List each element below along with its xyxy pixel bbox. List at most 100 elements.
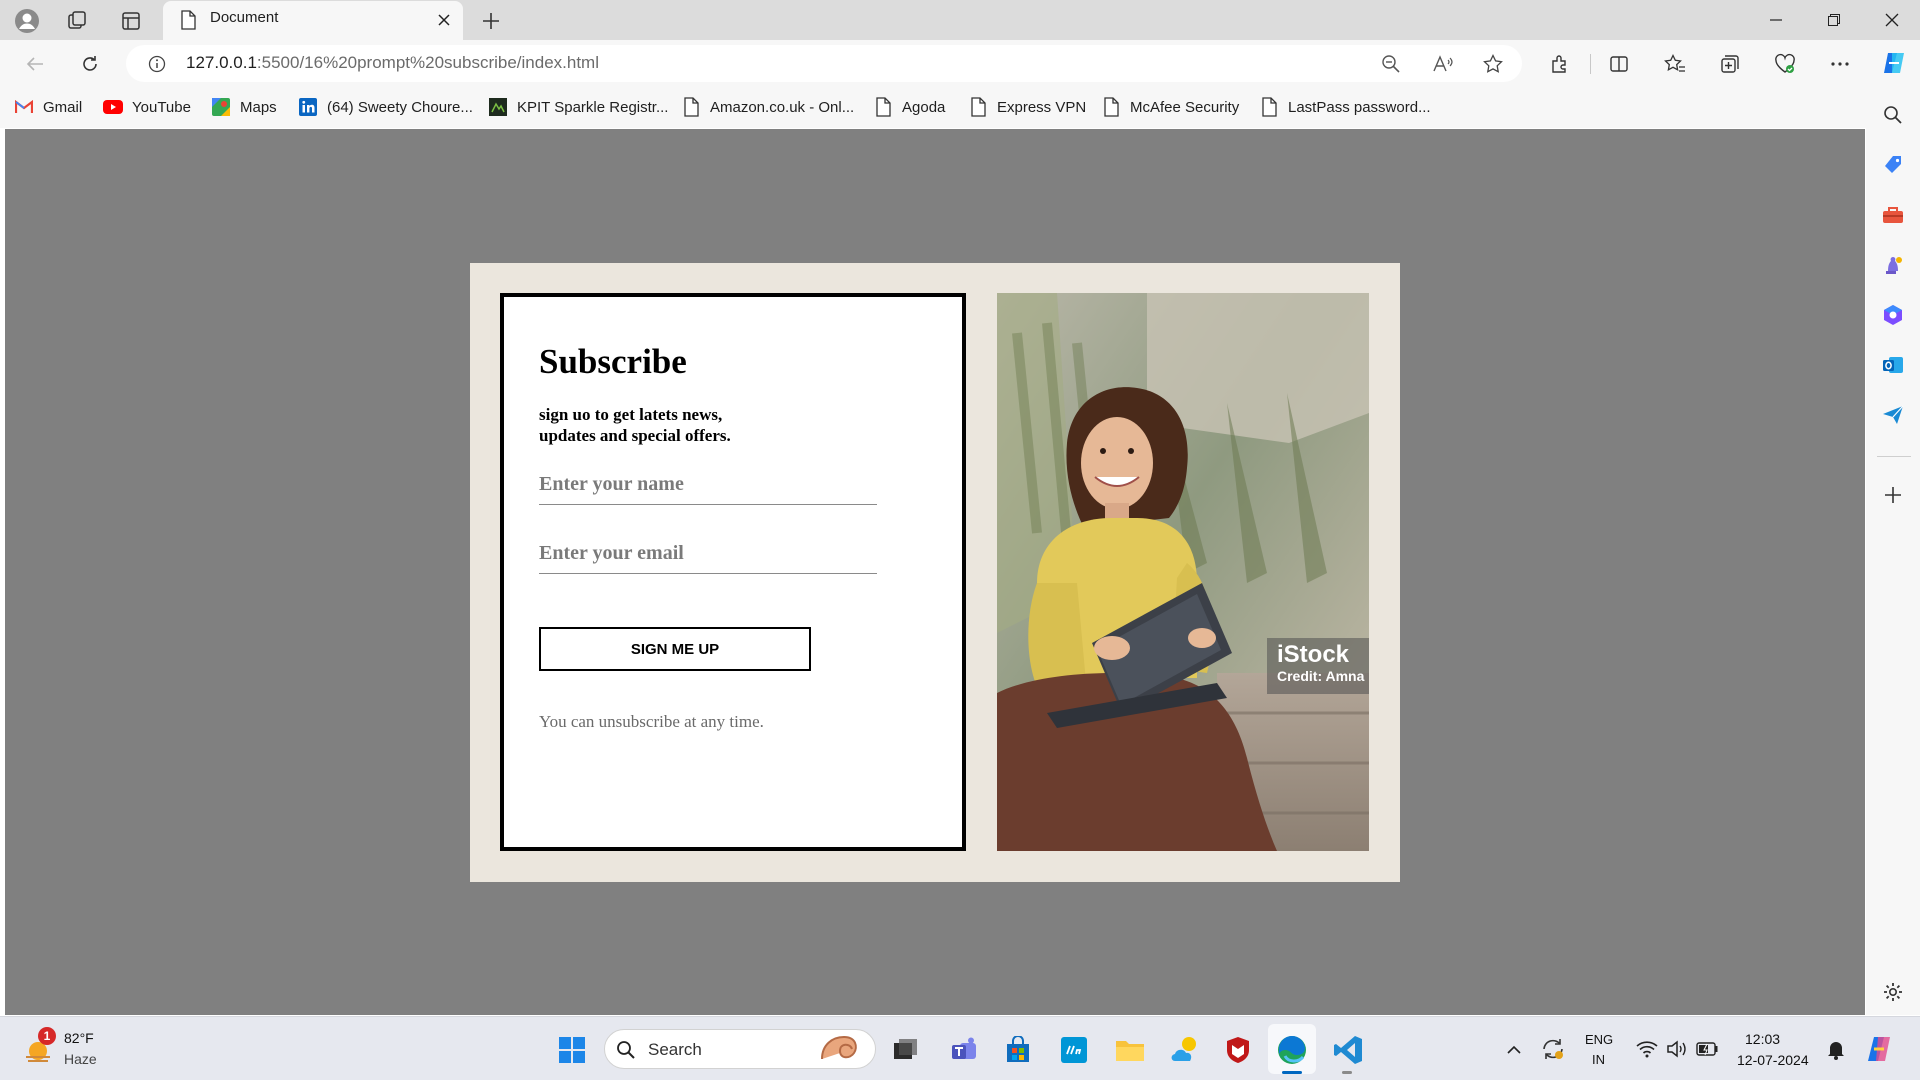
extensions-icon[interactable] <box>1545 49 1575 79</box>
description-line-2: updates and special offers. <box>539 426 731 445</box>
browser-essentials-icon[interactable] <box>1770 49 1800 79</box>
bookmark-label: LastPass password... <box>1288 98 1431 116</box>
bookmark-youtube[interactable]: YouTube <box>103 93 191 121</box>
close-tab-icon[interactable] <box>432 8 456 32</box>
add-sidebar-app-icon[interactable] <box>1876 478 1910 512</box>
page-icon <box>968 97 988 117</box>
minimize-icon[interactable] <box>1748 0 1804 40</box>
refresh-icon[interactable] <box>75 49 105 79</box>
weather-badge: 1 <box>38 1027 56 1045</box>
clock-time[interactable]: 12:03 <box>1745 1031 1780 1047</box>
weather-temperature[interactable]: 82°F <box>64 1030 94 1046</box>
file-explorer-icon[interactable] <box>1110 1030 1150 1070</box>
photo-credit: Credit: Amna <box>1277 668 1365 684</box>
split-screen-icon[interactable] <box>1604 49 1634 79</box>
tab-title: Document <box>210 9 279 26</box>
bookmarks-bar <box>0 88 1920 128</box>
myhp-icon[interactable] <box>1054 1030 1094 1070</box>
show-hidden-icons-icon[interactable] <box>1502 1038 1526 1062</box>
page-icon <box>1101 97 1121 117</box>
region-indicator[interactable]: IN <box>1592 1052 1605 1067</box>
sidebar-search-icon[interactable] <box>1876 98 1910 132</box>
close-window-icon[interactable] <box>1864 0 1920 40</box>
gmail-icon <box>14 97 34 117</box>
linkedin-icon <box>298 97 318 117</box>
zoom-out-icon[interactable] <box>1378 51 1404 77</box>
bookmark-label: (64) Sweety Choure... <box>327 98 473 116</box>
email-field[interactable] <box>539 534 877 574</box>
read-aloud-icon[interactable] <box>1430 51 1456 77</box>
sign-me-up-button[interactable]: SIGN ME UP <box>539 627 811 671</box>
favorite-star-icon[interactable] <box>1480 51 1506 77</box>
maps-icon <box>211 97 231 117</box>
back-icon[interactable] <box>20 49 50 79</box>
start-icon[interactable] <box>552 1030 592 1070</box>
bookmark-label: McAfee Security <box>1130 98 1240 116</box>
edge-icon[interactable] <box>1272 1030 1312 1070</box>
vscode-icon[interactable] <box>1328 1030 1368 1070</box>
sync-icon[interactable] <box>1538 1034 1568 1064</box>
bookmark-maps[interactable]: Maps <box>211 93 277 121</box>
clock-date[interactable]: 12-07-2024 <box>1737 1052 1809 1068</box>
copilot-taskbar-icon[interactable] <box>1862 1032 1896 1066</box>
toolbar-divider <box>1590 54 1591 74</box>
shopping-tag-icon[interactable] <box>1876 148 1910 182</box>
new-tab-icon[interactable] <box>476 6 506 36</box>
bookmark-gmail[interactable]: Gmail <box>14 93 82 121</box>
restore-icon[interactable] <box>1806 0 1862 40</box>
name-field[interactable] <box>539 465 877 505</box>
bookmark-expressvpn[interactable]: Express VPN <box>968 93 1086 121</box>
url-host: 127.0.0.1 <box>186 53 257 72</box>
teams-icon[interactable] <box>944 1030 984 1070</box>
favorites-icon[interactable] <box>1660 49 1690 79</box>
battery-icon[interactable] <box>1694 1036 1720 1062</box>
sidebar-divider <box>1877 456 1911 457</box>
collections-icon[interactable] <box>1715 49 1745 79</box>
weather-app-icon[interactable] <box>1164 1030 1204 1070</box>
microsoft-365-icon[interactable] <box>1876 298 1910 332</box>
active-tab[interactable] <box>163 1 463 40</box>
subscribe-description: sign uo to get latets news, updates and … <box>539 404 789 446</box>
profile-icon[interactable] <box>12 6 42 36</box>
bookmark-lastpass[interactable]: LastPass password... <box>1259 93 1431 121</box>
microsoft-store-icon[interactable] <box>998 1030 1038 1070</box>
page-icon <box>1259 97 1279 117</box>
tools-icon[interactable] <box>1876 198 1910 232</box>
games-icon[interactable] <box>1876 248 1910 282</box>
url-text[interactable]: 127.0.0.1:5500/16%20prompt%20subscribe/i… <box>186 53 599 73</box>
bookmark-label: Amazon.co.uk - Onl... <box>710 98 855 116</box>
copilot-icon[interactable] <box>1877 46 1911 80</box>
bookmark-label: Express VPN <box>997 98 1087 116</box>
send-icon[interactable] <box>1876 398 1910 432</box>
bookmark-label: Agoda <box>902 98 946 116</box>
bookmark-mcafee[interactable]: McAfee Security <box>1101 93 1239 121</box>
weather-description[interactable]: Haze <box>64 1051 97 1067</box>
workspaces-icon[interactable] <box>62 6 92 36</box>
page-icon <box>176 8 200 32</box>
notification-bell-icon[interactable] <box>1823 1036 1849 1062</box>
bookmark-agoda[interactable]: Agoda <box>873 93 945 121</box>
site-info-icon[interactable] <box>146 53 168 75</box>
more-options-icon[interactable] <box>1825 49 1855 79</box>
page-icon <box>873 97 893 117</box>
wifi-icon[interactable] <box>1634 1036 1660 1062</box>
bookmark-label: Gmail <box>43 98 83 116</box>
language-indicator[interactable]: ENG <box>1585 1032 1613 1047</box>
bookmark-label: Maps <box>240 98 277 116</box>
outlook-icon[interactable] <box>1876 348 1910 382</box>
taskbar-search-icon <box>614 1038 638 1062</box>
url-path: :5500/16%20prompt%20subscribe/index.html <box>256 53 599 72</box>
page-icon <box>681 97 701 117</box>
youtube-icon <box>103 97 123 117</box>
sidebar-settings-icon[interactable] <box>1876 975 1910 1009</box>
bookmark-amazon[interactable]: Amazon.co.uk - Onl... <box>681 93 854 121</box>
volume-icon[interactable] <box>1664 1036 1690 1062</box>
unsubscribe-note: You can unsubscribe at any time. <box>539 712 764 731</box>
search-highlight-icon <box>814 1032 864 1066</box>
taskbar-search-label: Search <box>648 1040 702 1059</box>
bookmark-linkedin[interactable]: (64) Sweety Choure... <box>298 93 473 121</box>
bookmark-kpit[interactable]: KPIT Sparkle Registr... <box>488 93 668 121</box>
mcafee-icon[interactable] <box>1218 1030 1258 1070</box>
vertical-tabs-icon[interactable] <box>116 6 146 36</box>
task-view-icon[interactable] <box>886 1030 926 1070</box>
